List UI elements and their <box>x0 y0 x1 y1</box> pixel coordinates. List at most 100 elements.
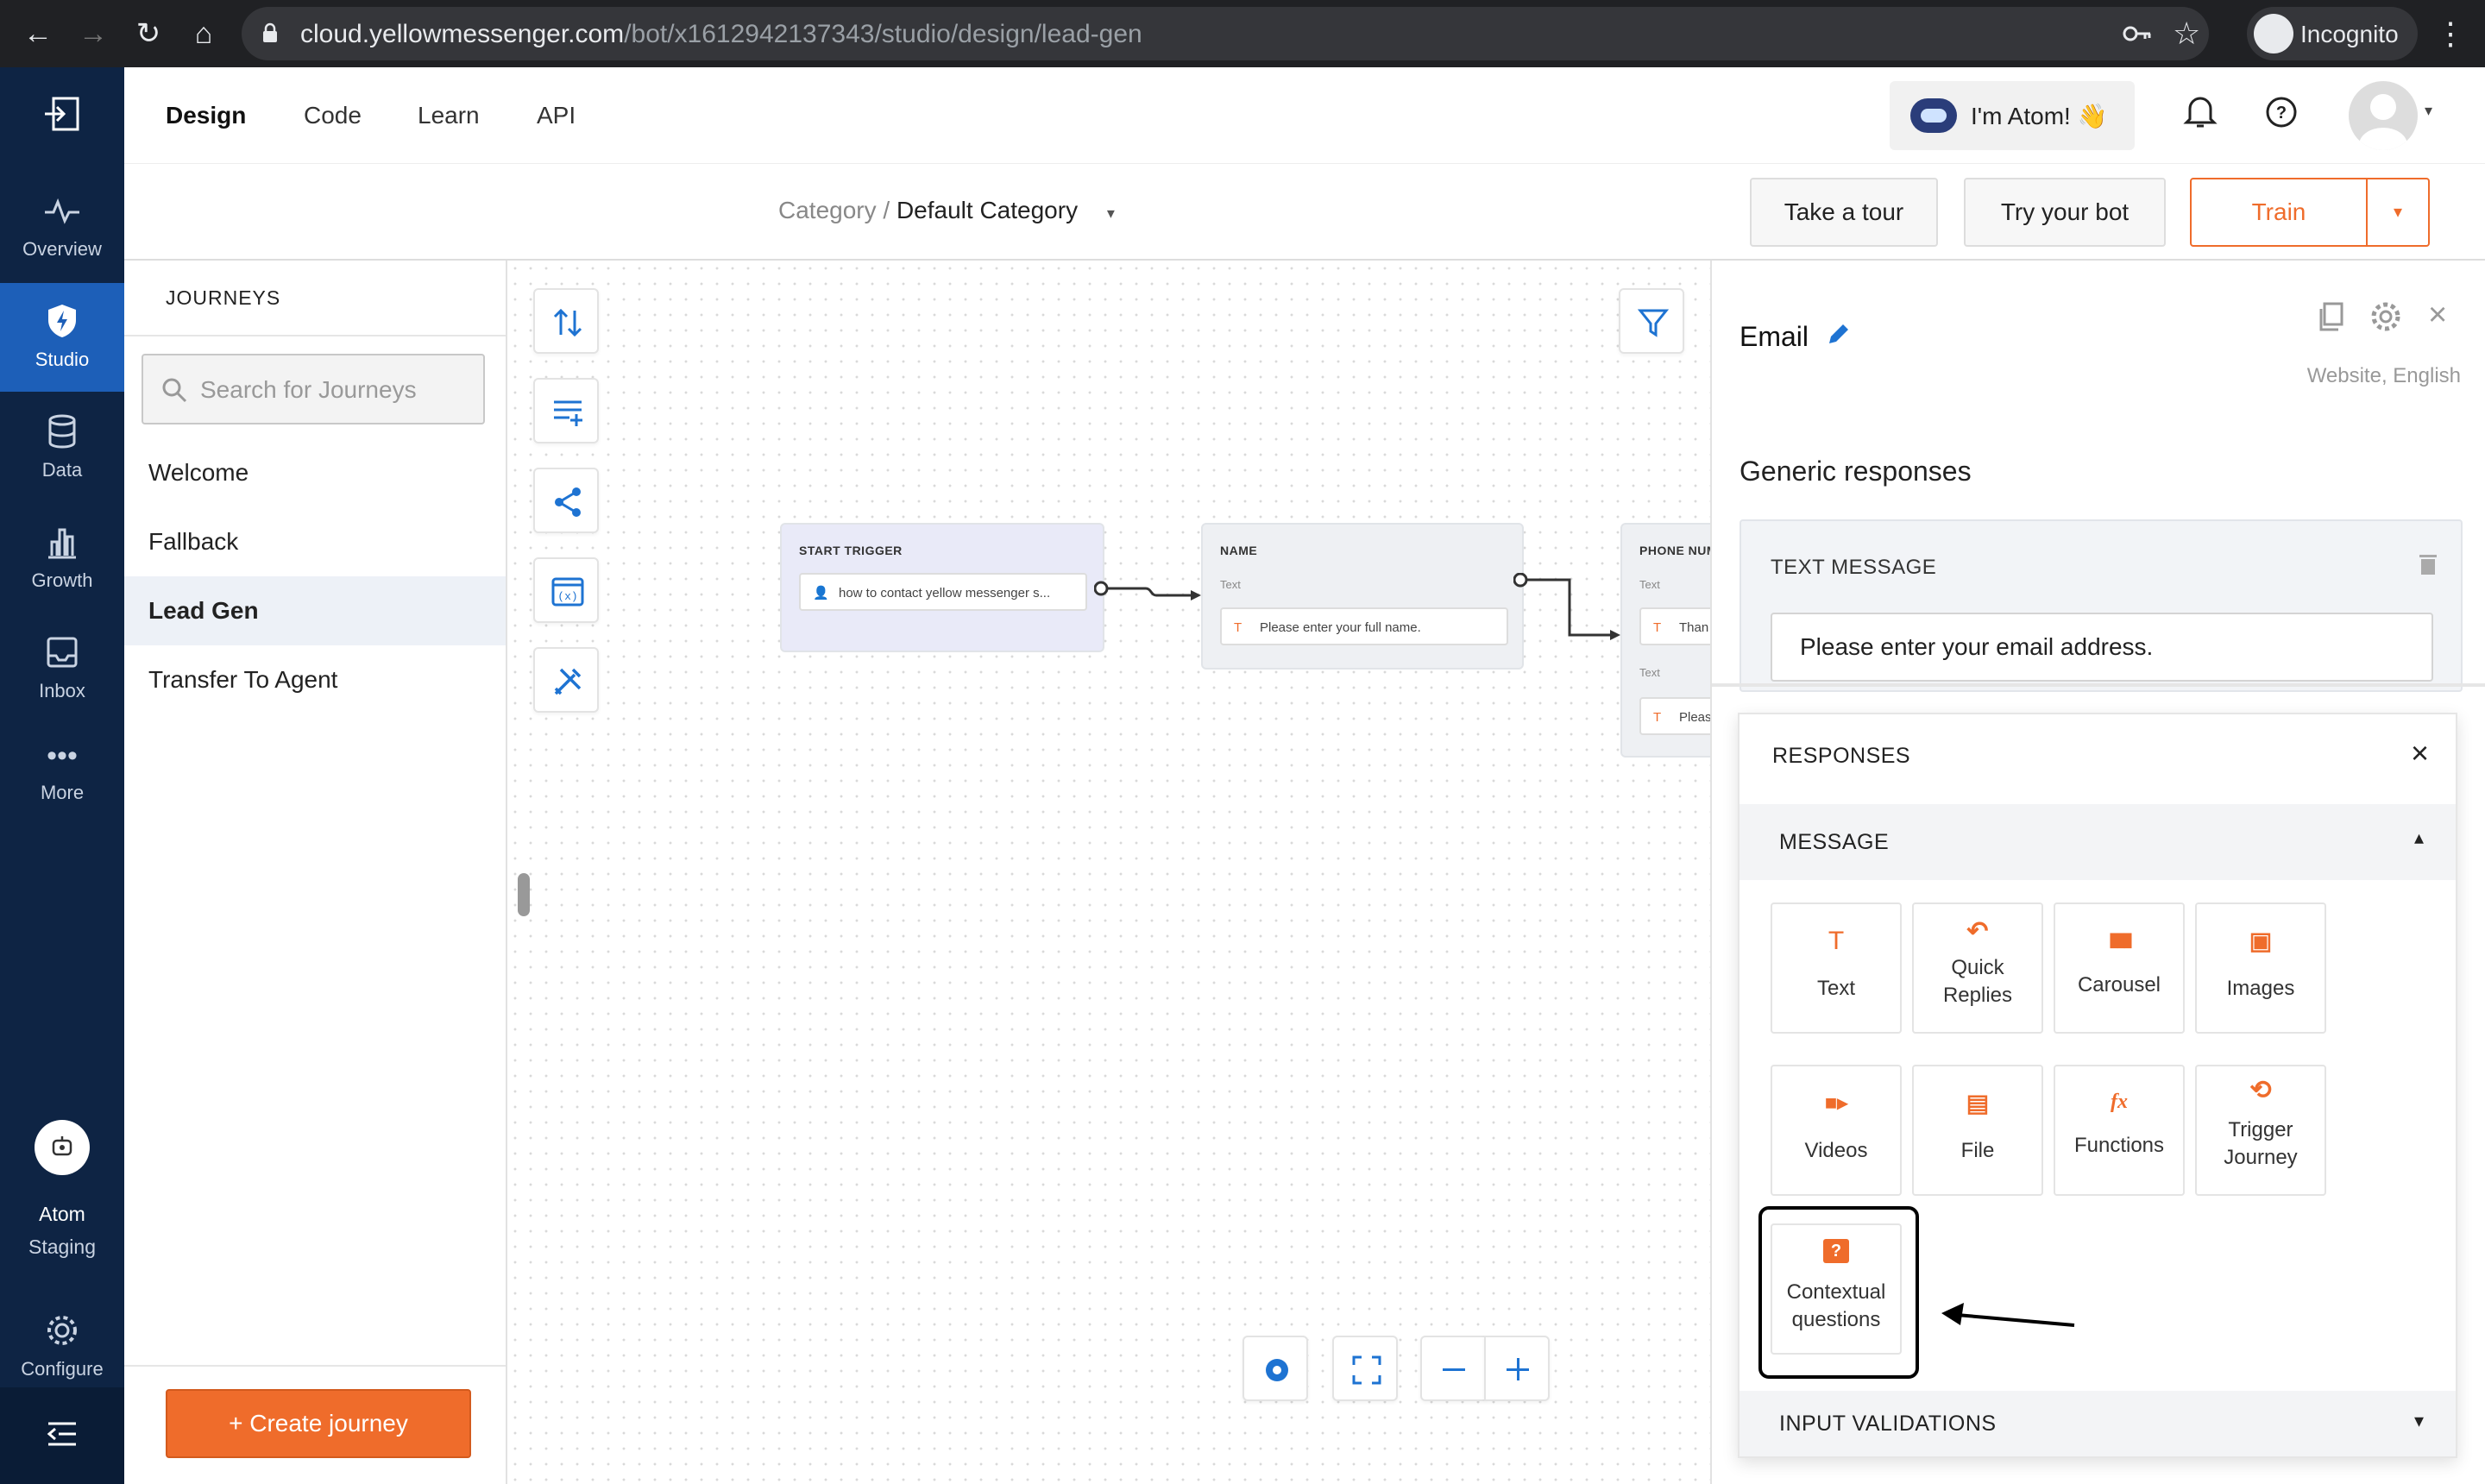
help-icon[interactable]: ? <box>2264 95 2299 129</box>
rail-item-data[interactable]: Data <box>0 393 124 502</box>
journey-item[interactable]: Welcome <box>124 438 506 507</box>
reply-icon: ↶ <box>1966 917 1989 946</box>
bot-name: Atom Staging <box>28 1203 96 1258</box>
url-text: cloud.yellowmessenger.com/bot/x161294213… <box>300 20 1142 48</box>
tab-api[interactable]: API <box>537 102 576 129</box>
train-button[interactable]: Train <box>2190 178 2368 247</box>
response-tile-contextual-questions[interactable]: ? Contextual questions <box>1771 1223 1902 1355</box>
video-icon: ■▸ <box>1824 1091 1848 1115</box>
channel-label: Website, English <box>2306 364 2461 387</box>
responses-heading: RESPONSES <box>1772 744 1911 768</box>
chevron-up-icon: ▴ <box>2414 827 2425 848</box>
response-tile-file[interactable]: ▤ File <box>1912 1065 2043 1196</box>
bot-avatar[interactable] <box>35 1120 90 1175</box>
atom-assistant-button[interactable]: I'm Atom! 👋 <box>1890 81 2135 150</box>
fullscreen-icon[interactable] <box>1332 1336 1398 1401</box>
rail-item-growth[interactable]: Growth <box>0 504 124 613</box>
collapse-menu-icon <box>47 1422 76 1446</box>
file-icon: ▤ <box>1966 1090 1990 1116</box>
trigger-field: 👤 how to contact yellow messenger s... <box>799 573 1087 611</box>
try-bot-button[interactable]: Try your bot <box>1964 178 2166 247</box>
edit-pencil-icon[interactable] <box>1826 321 1852 347</box>
left-rail: Overview Studio Data Growth Inbox ••• Mo… <box>0 67 124 1484</box>
bar-chart-icon <box>48 528 76 559</box>
rail-item-inbox[interactable]: Inbox <box>0 614 124 723</box>
user-avatar[interactable] <box>2349 81 2418 150</box>
copy-icon[interactable] <box>2316 300 2347 333</box>
category-selector[interactable]: Category / Default Category ▾ <box>778 197 1115 224</box>
create-journey-button[interactable]: + Create journey <box>166 1389 471 1458</box>
share-icon[interactable] <box>533 468 599 533</box>
exit-icon[interactable] <box>41 93 83 135</box>
svg-text:(x): (x) <box>557 590 577 603</box>
forward-icon[interactable]: → <box>76 17 110 50</box>
search-icon <box>162 378 187 403</box>
function-icon: fx <box>2111 1091 2128 1113</box>
response-tile-images[interactable]: ▣ Images <box>2195 902 2326 1034</box>
zoom-out-icon[interactable] <box>1420 1336 1486 1401</box>
key-icon[interactable] <box>2123 22 2152 45</box>
journey-search-input[interactable]: Search for Journeys <box>142 354 485 424</box>
response-tile-trigger-journey[interactable]: ⟲ Trigger Journey <box>2195 1065 2326 1196</box>
canvas-settings-icon[interactable] <box>1242 1336 1308 1401</box>
tab-learn[interactable]: Learn <box>418 102 480 129</box>
bell-icon[interactable] <box>2183 93 2218 129</box>
database-icon <box>48 414 76 449</box>
reload-icon[interactable]: ↻ <box>131 17 166 50</box>
delete-icon[interactable] <box>2418 552 2438 576</box>
rail-item-more[interactable]: ••• More <box>0 739 124 847</box>
annotation-arrow <box>1941 1303 2075 1327</box>
node-title: Email <box>1740 321 1809 352</box>
add-step-icon[interactable] <box>533 378 599 443</box>
response-tile-videos[interactable]: ■▸ Videos <box>1771 1065 1902 1196</box>
text-message-input[interactable]: Please enter your email address. <box>1771 613 2433 682</box>
variables-icon[interactable]: (x) <box>533 557 599 623</box>
bookmark-star-icon[interactable]: ☆ <box>2173 16 2200 52</box>
name-prompt-field: T Please enter your full name. <box>1220 607 1508 645</box>
input-validations-section[interactable]: INPUT VALIDATIONS ▾ <box>1740 1391 2456 1456</box>
journey-item[interactable]: Fallback <box>124 507 506 576</box>
rail-item-studio[interactable]: Studio <box>0 283 124 392</box>
avatar-dropdown-icon[interactable]: ▾ <box>2425 102 2432 120</box>
name-node[interactable]: NAME Text T Please enter your full name. <box>1201 523 1524 670</box>
journeys-heading: JOURNEYS <box>166 286 281 309</box>
settings-gear-icon[interactable] <box>2369 300 2402 333</box>
message-section-header[interactable]: MESSAGE ▴ <box>1740 804 2456 880</box>
address-bar[interactable]: cloud.yellowmessenger.com/bot/x161294213… <box>242 7 2209 60</box>
tab-design[interactable]: Design <box>166 102 246 129</box>
take-tour-button[interactable]: Take a tour <box>1750 178 1938 247</box>
pulse-icon <box>45 198 79 224</box>
journeys-panel: JOURNEYS Search for Journeys Welcome Fal… <box>124 261 507 1484</box>
sort-icon[interactable] <box>533 288 599 354</box>
image-icon: ▣ <box>2249 928 2273 954</box>
tab-code[interactable]: Code <box>304 102 362 129</box>
response-tile-quick-replies[interactable]: ↶ Quick Replies <box>1912 902 2043 1034</box>
home-icon[interactable]: ⌂ <box>186 17 221 50</box>
flow-canvas[interactable]: (x) START TRIGGER 👤 how to contact yellow… <box>507 261 1769 1484</box>
browser-menu-icon[interactable]: ⋮ <box>2433 17 2468 50</box>
tools-icon[interactable] <box>533 647 599 713</box>
phone-node[interactable]: PHONE NUM Text T Than Text T Pleas <box>1620 523 1769 758</box>
journey-item[interactable]: Transfer To Agent <box>124 645 506 714</box>
rail-item-configure[interactable]: Configure <box>0 1292 124 1401</box>
response-tile-functions[interactable]: fx Functions <box>2054 1065 2185 1196</box>
train-dropdown-icon[interactable]: ▾ <box>2366 178 2430 247</box>
browser-toolbar: ← → ↻ ⌂ cloud.yellowmessenger.com/bot/x1… <box>0 0 2485 67</box>
close-panel-icon[interactable]: × <box>2428 297 2447 334</box>
response-tile-text[interactable]: T Text <box>1771 902 1902 1034</box>
response-tile-carousel[interactable]: ▮▮▮ Carousel <box>2054 902 2185 1034</box>
close-responses-icon[interactable]: × <box>2411 735 2429 771</box>
lock-icon <box>263 22 277 42</box>
zoom-in-icon[interactable] <box>1484 1336 1550 1401</box>
start-trigger-node[interactable]: START TRIGGER 👤 how to contact yellow mes… <box>780 523 1104 652</box>
text-icon: T <box>1653 710 1662 725</box>
canvas-scroll-handle[interactable] <box>518 873 530 916</box>
collapse-rail-button[interactable] <box>0 1387 124 1484</box>
incognito-badge[interactable]: Incognito <box>2247 7 2418 60</box>
back-icon[interactable]: ← <box>21 17 55 50</box>
gear-icon <box>47 1316 77 1345</box>
responses-popup: RESPONSES × MESSAGE ▴ T Text ↶ Quick Rep… <box>1738 713 2457 1458</box>
filter-icon[interactable] <box>1619 288 1684 354</box>
journey-item-active[interactable]: Lead Gen <box>124 576 506 645</box>
rail-item-overview[interactable]: Overview <box>0 173 124 281</box>
